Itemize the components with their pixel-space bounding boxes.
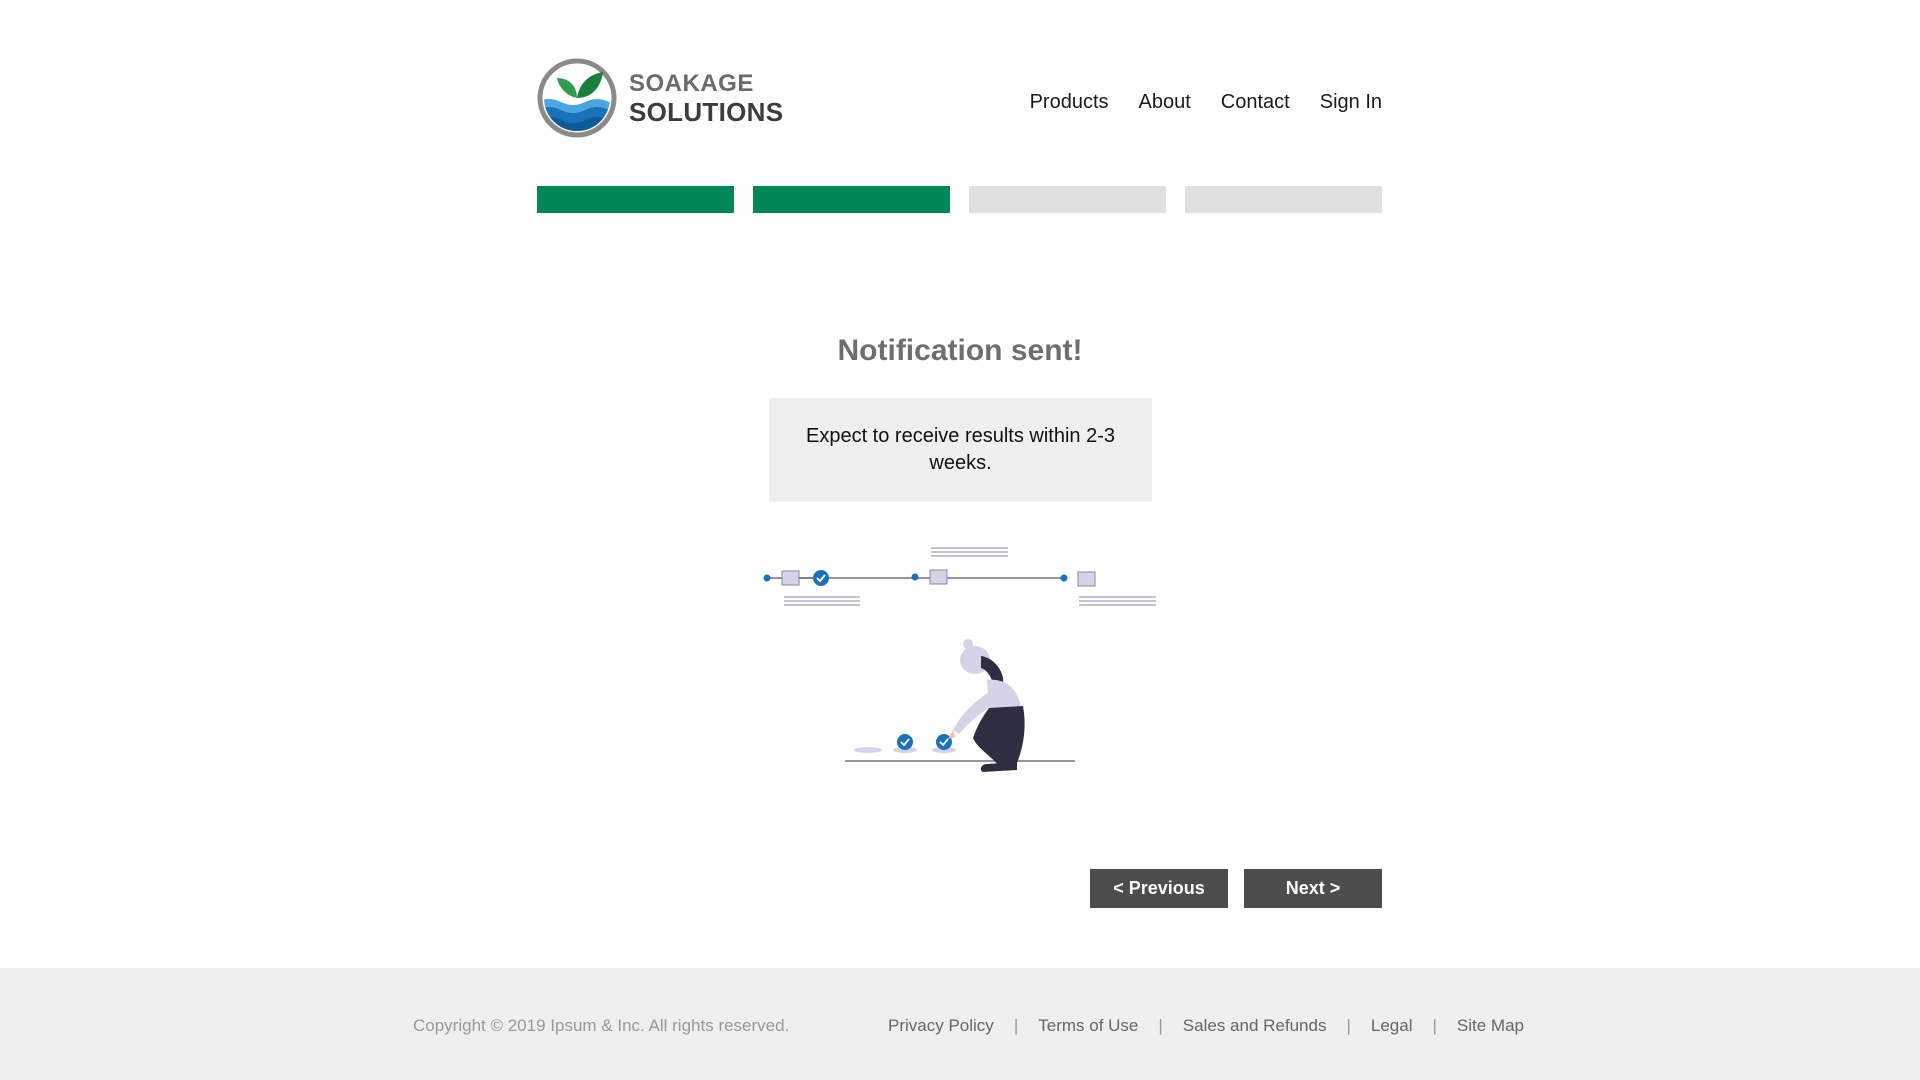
footer-separator: | [1013,1016,1019,1035]
logo[interactable]: SOAKAGE SOLUTIONS [537,58,783,138]
footer-separator: | [1346,1016,1351,1035]
nav-products[interactable]: Products [1030,91,1109,114]
message-box: Expect to receive results within 2-3 wee… [769,398,1152,502]
footer-link-legal[interactable]: Legal [1371,1016,1413,1036]
nav-about[interactable]: About [1139,91,1191,114]
footer-separator: | [1158,1016,1163,1035]
brand-line-2: SOLUTIONS [629,96,784,127]
leaf-water-circle-logo-icon [537,58,617,138]
progress-stepper [537,186,1382,213]
nav-sign-in[interactable]: Sign In [1320,91,1382,114]
footer-link-privacy-policy[interactable]: Privacy Policy [888,1016,994,1036]
copyright-text: Copyright © 2019 Ipsum & Inc. All rights… [413,1016,790,1035]
message-text: Expect to receive results within 2-3 wee… [805,425,1116,474]
progress-step [1185,186,1382,213]
nav-contact[interactable]: Contact [1221,91,1290,114]
footer-link-sales-and-refunds[interactable]: Sales and Refunds [1183,1016,1327,1036]
person-placing-checkmarks-timeline-illustration [763,547,1156,772]
header: SOAKAGE SOLUTIONS Products About Contact… [537,58,1382,138]
brand-line-1: SOAKAGE [629,69,754,97]
previous-button[interactable]: < Previous [1090,869,1228,908]
footer: Copyright © 2019 Ipsum & Inc. All rights… [0,968,1920,1080]
progress-step [969,186,1166,213]
page: SOAKAGE SOLUTIONS Products About Contact… [0,0,1920,1080]
progress-step [537,186,734,213]
page-title: Notification sent! [837,334,1083,367]
main-nav: Products About Contact Sign In [1030,91,1382,114]
next-button[interactable]: Next > [1244,869,1382,908]
footer-link-terms-of-use[interactable]: Terms of Use [1038,1016,1138,1036]
footer-link-site-map[interactable]: Site Map [1457,1016,1524,1036]
footer-separator: | [1432,1016,1437,1035]
footer-links: Privacy Policy | Terms of Use | Sales an… [888,1016,1524,1036]
progress-step [753,186,950,213]
